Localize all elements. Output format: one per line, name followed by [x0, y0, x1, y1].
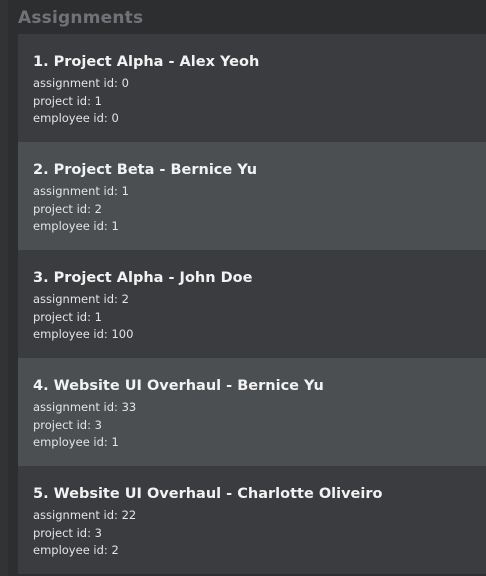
- project-id-label: project id: 2: [33, 201, 102, 216]
- assignment-card[interactable]: 3. Project Alpha - John Doe assignment i…: [18, 250, 486, 358]
- project-id-label: project id: 3: [33, 525, 102, 540]
- assignment-title: 1. Project Alpha - Alex Yeoh: [33, 54, 260, 70]
- panel-title: Assignments: [18, 8, 144, 28]
- assignment-id-label: assignment id: 0: [33, 76, 129, 90]
- project-id-label: project id: 3: [33, 417, 102, 432]
- left-strip: [0, 0, 8, 576]
- employee-id-label: employee id: 1: [33, 219, 119, 233]
- assignments-panel: Assignments 1. Project Alpha - Alex Yeoh…: [8, 0, 486, 576]
- project-id-label: project id: 1: [33, 309, 102, 324]
- project-id-label: project id: 1: [33, 93, 102, 108]
- assignment-card[interactable]: 2. Project Beta - Bernice Yu assignment …: [18, 142, 486, 250]
- assignment-id-label: assignment id: 33: [33, 400, 137, 414]
- assignment-list[interactable]: 1. Project Alpha - Alex Yeoh assignment …: [18, 34, 486, 574]
- assignment-title: 4. Website UI Overhaul - Bernice Yu: [33, 378, 324, 394]
- assignment-card[interactable]: 5. Website UI Overhaul - Charlotte Olive…: [18, 466, 486, 574]
- employee-id-label: employee id: 0: [33, 111, 119, 125]
- assignment-card[interactable]: 1. Project Alpha - Alex Yeoh assignment …: [18, 34, 486, 142]
- employee-id-label: employee id: 1: [33, 435, 119, 449]
- assignment-card[interactable]: 4. Website UI Overhaul - Bernice Yu assi…: [18, 358, 486, 466]
- employee-id-label: employee id: 2: [33, 543, 119, 557]
- assignment-id-label: assignment id: 22: [33, 508, 137, 522]
- assignment-id-label: assignment id: 2: [33, 292, 129, 306]
- employee-id-label: employee id: 100: [33, 327, 134, 341]
- assignment-id-label: assignment id: 1: [33, 184, 129, 198]
- assignment-title: 5. Website UI Overhaul - Charlotte Olive…: [33, 486, 383, 502]
- assignment-title: 2. Project Beta - Bernice Yu: [33, 162, 258, 178]
- assignment-title: 3. Project Alpha - John Doe: [33, 270, 253, 286]
